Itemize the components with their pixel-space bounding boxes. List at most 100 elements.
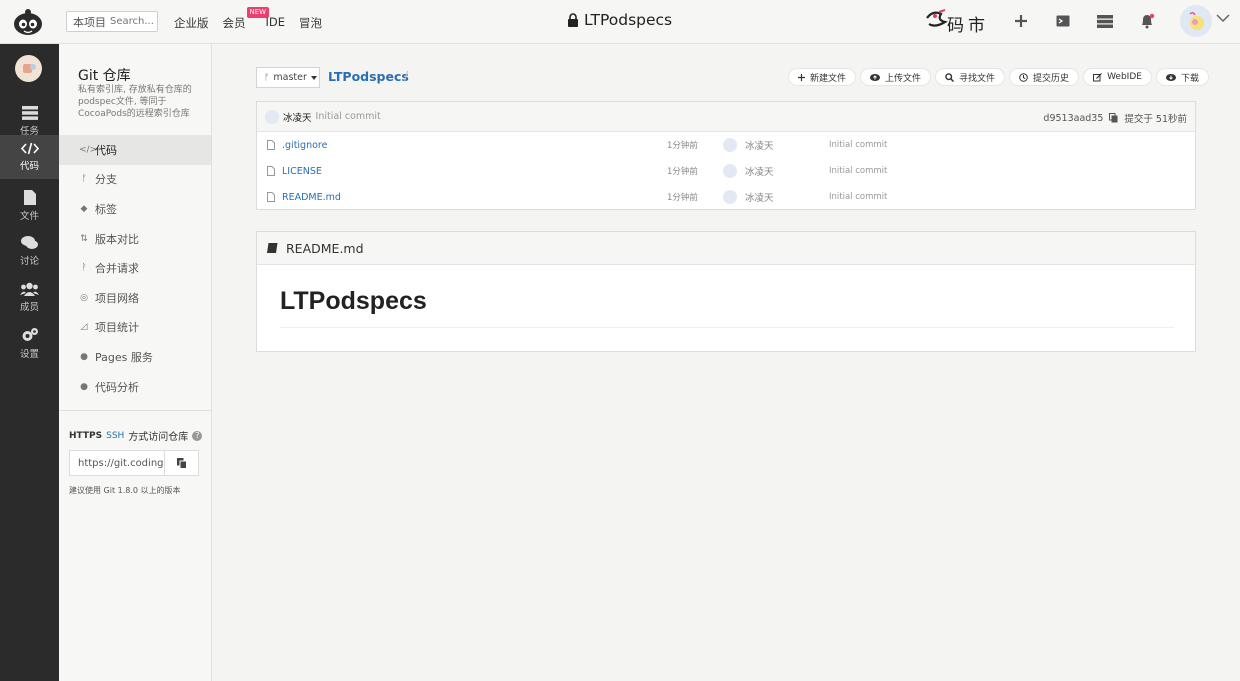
- search-scope[interactable]: 本项目: [67, 14, 110, 30]
- copy-button[interactable]: [165, 451, 198, 475]
- avatar-image-icon: [1189, 11, 1204, 30]
- path-separator: /: [404, 69, 409, 83]
- sidebar-item-network[interactable]: ◎ 项目网络: [59, 283, 211, 313]
- project-avatar[interactable]: [15, 55, 42, 82]
- commit-history-button[interactable]: 提交历史: [1009, 68, 1080, 86]
- webide-button[interactable]: WebIDE: [1083, 68, 1152, 86]
- upload-file-button[interactable]: 上传文件: [860, 68, 932, 86]
- commit-author[interactable]: 冰凌天: [283, 110, 312, 124]
- rail-item-settings[interactable]: 设置: [0, 321, 59, 365]
- download-icon: [1165, 74, 1176, 81]
- sidebar-item-tags[interactable]: ◆ 标签: [59, 194, 211, 224]
- ssh-toggle[interactable]: SSH: [106, 431, 124, 441]
- sidebar-item-analysis[interactable]: ● 代码分析: [59, 372, 211, 402]
- git-version-hint: 建议使用 Git 1.8.0 以上的版本: [69, 486, 181, 495]
- repo-actions: 新建文件 上传文件 寻找文件 提交历史 WebIDE 下载: [788, 68, 1209, 86]
- chevron-down-icon[interactable]: [1216, 14, 1230, 23]
- sidebar-item-pages[interactable]: ● Pages 服务: [59, 342, 211, 372]
- bell-icon[interactable]: [1136, 10, 1158, 32]
- help-icon[interactable]: ?: [192, 430, 203, 441]
- file-row[interactable]: LICENSE 1分钟前 冰凌天 Initial commit: [257, 158, 1195, 184]
- plus-icon[interactable]: [1010, 10, 1032, 32]
- download-button[interactable]: 下载: [1155, 68, 1209, 86]
- action-label: 新建文件: [810, 73, 847, 84]
- edit-icon: [1093, 72, 1102, 81]
- readme-panel: README.md LTPodspecs: [256, 231, 1196, 352]
- file-name[interactable]: README.md: [267, 192, 341, 203]
- search-box[interactable]: 本项目: [66, 11, 158, 32]
- commit-meta: d9513aad35 提交于 51秒前: [1043, 111, 1187, 126]
- commit-hash[interactable]: d9513aad35: [1043, 113, 1103, 124]
- sidebar-item-code[interactable]: </> 代码: [59, 135, 211, 165]
- coding-logo-icon[interactable]: [10, 7, 46, 37]
- sidebar-divider: [59, 410, 211, 411]
- repo-name-link[interactable]: LTPodspecs: [328, 69, 409, 84]
- file-row[interactable]: .gitignore 1分钟前 冰凌天 Initial commit: [257, 132, 1195, 158]
- nav-member[interactable]: 会员 NEW: [223, 7, 270, 31]
- clone-url-input[interactable]: [70, 451, 165, 475]
- rail-item-code[interactable]: 代码: [0, 135, 59, 179]
- branch-selector[interactable]: ᚠ master: [256, 67, 320, 88]
- file-author[interactable]: 冰凌天: [723, 138, 774, 152]
- file-time: 1分钟前: [667, 167, 698, 177]
- rail-item-files[interactable]: 文件: [0, 184, 59, 228]
- file-row[interactable]: README.md 1分钟前 冰凌天 Initial commit: [257, 184, 1195, 210]
- sidebar-title: Git 仓库: [78, 68, 131, 84]
- sidebar-item-stats[interactable]: ◿ 项目统计: [59, 313, 211, 343]
- nav-enterprise[interactable]: 企业版: [174, 15, 209, 31]
- author-avatar: [723, 190, 737, 204]
- file-author[interactable]: 冰凌天: [723, 190, 774, 204]
- https-toggle[interactable]: HTTPS: [69, 431, 102, 441]
- left-rail: 任务 代码 文件 讨论 成员 设置: [0, 44, 59, 681]
- branch-icon: ᚠ: [81, 174, 87, 185]
- author-avatar: [723, 164, 737, 178]
- sidebar-item-branches[interactable]: ᚠ 分支: [59, 165, 211, 195]
- file-commit-message[interactable]: Initial commit: [829, 166, 887, 176]
- merge-request-icon: ᚹ: [81, 263, 87, 274]
- access-header: HTTPS SSH 方式访问仓库 ?: [69, 428, 203, 443]
- history-icon: [1019, 72, 1028, 82]
- user-avatar[interactable]: [1180, 5, 1212, 37]
- code-icon: </>: [79, 144, 98, 155]
- file-icon: [267, 140, 275, 150]
- sidebar-item-label: 项目网络: [95, 291, 139, 305]
- tasks-icon: [21, 105, 38, 120]
- sidebar-menu: </> 代码 ᚠ 分支 ◆ 标签 ⇅ 版本对比 ᚹ 合并请求 ◎ 项目网络 ◿ …: [59, 135, 211, 401]
- author-avatar: [723, 138, 737, 152]
- terminal-icon[interactable]: [1052, 10, 1074, 32]
- file-author-name: 冰凌天: [745, 167, 774, 178]
- repo-title-text: LTPodspecs: [584, 11, 673, 29]
- settings-icon: [22, 327, 38, 341]
- nav-ide[interactable]: IDE: [266, 15, 286, 31]
- brand-text: 码市: [947, 16, 989, 36]
- brand-logo[interactable]: 码市: [925, 8, 997, 36]
- readme-header: README.md: [257, 232, 1195, 265]
- clone-url-box: [69, 450, 199, 476]
- top-nav: 企业版 会员 NEW IDE 冒泡: [174, 7, 322, 31]
- find-file-button[interactable]: 寻找文件: [935, 68, 1006, 86]
- commit-message[interactable]: Initial commit: [316, 111, 381, 122]
- file-icon: [267, 192, 275, 202]
- new-file-button[interactable]: 新建文件: [788, 68, 857, 86]
- rail-item-discussion[interactable]: 讨论: [0, 229, 59, 273]
- search-input[interactable]: [110, 16, 156, 27]
- commit-author-avatar[interactable]: [265, 109, 279, 124]
- members-icon: [20, 282, 39, 296]
- sidebar-item-label: 版本对比: [95, 232, 139, 246]
- file-name[interactable]: LICENSE: [267, 166, 322, 177]
- network-icon: ◎: [80, 292, 88, 303]
- file-commit-message[interactable]: Initial commit: [829, 140, 887, 150]
- sidebar-item-label: 分支: [95, 173, 117, 187]
- sidebar-item-label: 标签: [95, 202, 117, 216]
- nav-bubble[interactable]: 冒泡: [299, 15, 322, 31]
- sidebar-item-compare[interactable]: ⇅ 版本对比: [59, 224, 211, 254]
- file-author[interactable]: 冰凌天: [723, 164, 774, 178]
- copy-icon[interactable]: [1109, 113, 1118, 123]
- server-icon[interactable]: [1094, 10, 1116, 32]
- rail-item-label: 代码: [19, 161, 39, 172]
- file-commit-message[interactable]: Initial commit: [829, 192, 887, 202]
- file-name[interactable]: .gitignore: [267, 140, 327, 151]
- rail-item-members[interactable]: 成员: [0, 275, 59, 319]
- sidebar-item-merge-requests[interactable]: ᚹ 合并请求: [59, 253, 211, 283]
- file-name-text: .gitignore: [282, 139, 328, 151]
